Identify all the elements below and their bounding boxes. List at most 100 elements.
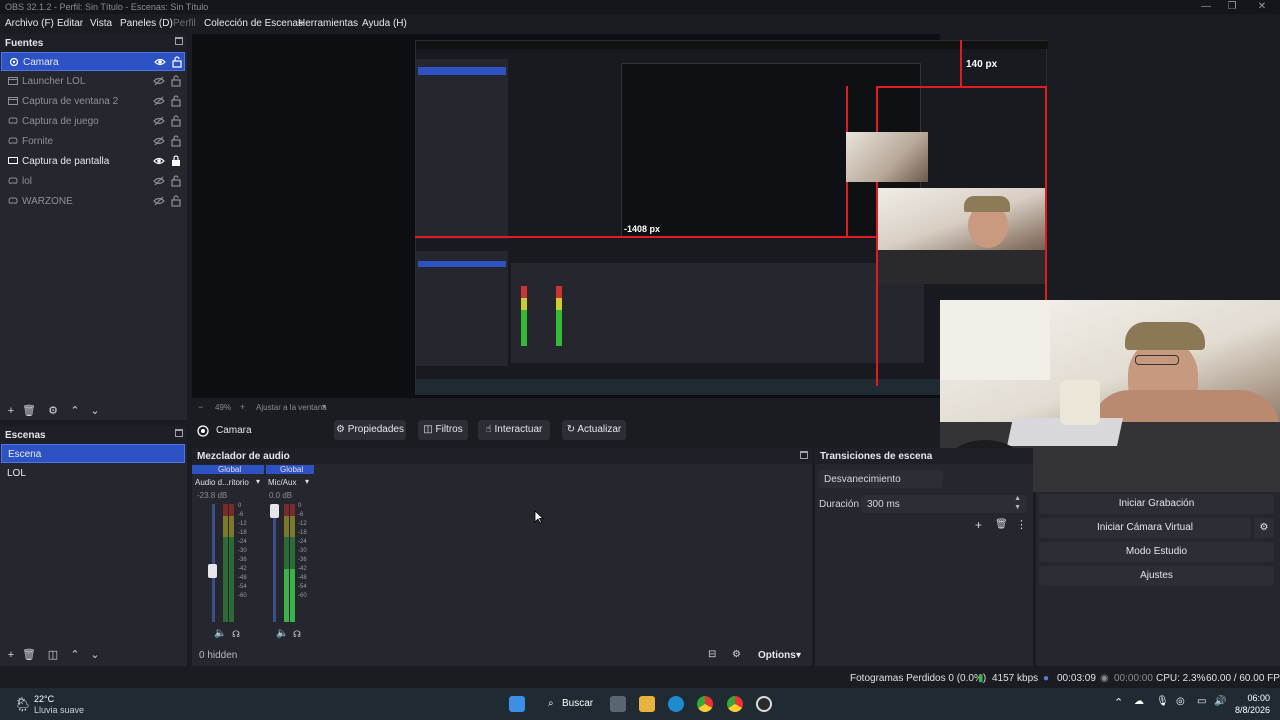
volume-slider-handle[interactable] — [270, 504, 279, 518]
eye-hidden-icon[interactable] — [153, 95, 165, 107]
chevron-down-icon[interactable]: ▾ — [305, 477, 309, 486]
scene-item-escena[interactable]: Escena — [1, 444, 185, 463]
studio-mode-button[interactable]: Modo Estudio — [1039, 542, 1274, 562]
transition-type-select[interactable]: Desvanecimiento — [819, 470, 943, 488]
speaker-icon[interactable]: 🔈 — [214, 628, 226, 639]
menu-paneles[interactable]: Paneles (D) — [120, 18, 173, 29]
add-scene-icon[interactable]: + — [4, 648, 18, 662]
volume-slider-track[interactable] — [273, 504, 276, 622]
file-explorer-icon[interactable] — [639, 696, 655, 712]
obs-icon[interactable] — [756, 696, 772, 712]
source-item-lol[interactable]: lol — [1, 172, 185, 191]
minimize-icon[interactable]: — — [1196, 1, 1216, 12]
eye-icon[interactable] — [153, 155, 165, 167]
scene-item-lol[interactable]: LOL — [1, 464, 185, 483]
trash-icon[interactable]: 🗑 — [995, 519, 1008, 530]
start-icon[interactable] — [509, 696, 525, 712]
close-icon[interactable]: ✕ — [1252, 1, 1272, 12]
dock-icon[interactable] — [800, 451, 808, 459]
source-item-launcher-lol[interactable]: Launcher LOL — [1, 72, 185, 91]
trash-icon[interactable]: 🗑 — [22, 404, 36, 418]
menu-ayuda[interactable]: Ayuda (H) — [362, 18, 407, 29]
start-recording-button[interactable]: Iniciar Grabación — [1039, 494, 1274, 514]
add-transition-icon[interactable]: + — [975, 518, 982, 532]
speaker-icon[interactable]: 🔈 — [276, 628, 288, 639]
volume-icon[interactable]: 🔊 — [1214, 696, 1226, 707]
zoom-out-icon[interactable]: − — [198, 402, 203, 412]
unlock-icon[interactable] — [171, 75, 181, 87]
chevron-up-icon[interactable]: ▲ — [1014, 495, 1021, 502]
unlock-icon[interactable] — [171, 135, 181, 147]
filter-icon[interactable]: ◫ — [46, 648, 60, 662]
stream-time: 00:00:00 — [1114, 673, 1153, 684]
eye-hidden-icon[interactable] — [153, 135, 165, 147]
eye-hidden-icon[interactable] — [153, 75, 165, 87]
unlock-icon[interactable] — [171, 115, 181, 127]
edge-icon[interactable] — [668, 696, 684, 712]
source-item-captura-juego[interactable]: Captura de juego — [1, 112, 185, 131]
lock-icon[interactable] — [171, 155, 181, 167]
chevron-down-icon[interactable]: ▾ — [796, 650, 801, 661]
chrome-icon[interactable] — [727, 696, 743, 712]
headphones-icon[interactable]: ☊ — [293, 629, 301, 640]
dock-icon[interactable] — [175, 37, 183, 45]
menu-herramientas[interactable]: Herramientas — [298, 18, 358, 29]
menu-perfil[interactable]: Perfil — [173, 18, 196, 29]
eye-hidden-icon[interactable] — [153, 115, 165, 127]
more-icon[interactable]: ⋮ — [1016, 518, 1027, 531]
mixer-options-button[interactable]: Options — [758, 650, 796, 661]
unlock-icon[interactable] — [171, 95, 181, 107]
eye-hidden-icon[interactable] — [153, 175, 165, 187]
eye-icon[interactable] — [154, 56, 166, 68]
gear-icon[interactable]: ⚙ — [732, 649, 741, 660]
unlock-icon[interactable] — [171, 175, 181, 187]
display-icon[interactable]: ▭ — [1197, 696, 1206, 707]
gear-icon[interactable]: ⚙ — [1254, 518, 1274, 538]
menu-coleccion[interactable]: Colección de Escenas — [204, 18, 303, 29]
gamepad-icon — [8, 117, 18, 124]
cloud-icon[interactable]: ☁ — [1134, 696, 1144, 707]
source-item-camara[interactable]: Camara — [1, 52, 185, 71]
trash-icon[interactable]: 🗑 — [22, 648, 36, 662]
volume-slider-handle[interactable] — [208, 564, 217, 578]
source-item-warzone[interactable]: WARZONE — [1, 192, 185, 211]
chevron-up-icon[interactable]: ⌃ — [1114, 696, 1123, 709]
chevron-down-icon[interactable]: ▼ — [1014, 504, 1021, 511]
maximize-icon[interactable]: ❐ — [1222, 1, 1242, 12]
properties-button[interactable]: ⚙ Propiedades — [334, 420, 406, 440]
move-down-icon[interactable]: ⌄ — [88, 648, 102, 662]
add-source-icon[interactable]: + — [4, 404, 18, 418]
chrome-icon[interactable] — [697, 696, 713, 712]
fit-window-select[interactable]: Ajustar a la ventana — [256, 403, 327, 412]
chevron-down-icon[interactable]: ▾ — [322, 402, 326, 411]
interact-button[interactable]: ☝ Interactuar — [478, 420, 550, 440]
move-down-icon[interactable]: ⌄ — [88, 404, 102, 418]
zoom-in-icon[interactable]: + — [240, 402, 245, 412]
volume-slider-track[interactable] — [212, 504, 215, 622]
gear-icon[interactable]: ⚙ — [46, 404, 60, 418]
task-view-icon[interactable] — [610, 696, 626, 712]
duration-input[interactable]: 300 ms ▲ ▼ — [861, 495, 1027, 513]
source-item-captura-ventana-2[interactable]: Captura de ventana 2 — [1, 92, 185, 111]
network-icon[interactable]: ◎ — [1176, 696, 1185, 707]
filters-button[interactable]: ◫ Filtros — [418, 420, 468, 440]
layout-icon[interactable]: ⊟ — [708, 649, 716, 660]
move-up-icon[interactable]: ⌃ — [68, 648, 82, 662]
search-button[interactable]: ⌕ Buscar — [540, 695, 598, 713]
eye-hidden-icon[interactable] — [153, 195, 165, 207]
refresh-button[interactable]: ↻ Actualizar — [562, 420, 626, 440]
settings-button[interactable]: Ajustes — [1039, 566, 1274, 586]
chevron-down-icon[interactable]: ▾ — [256, 477, 260, 486]
dock-icon[interactable] — [175, 429, 183, 437]
menu-vista[interactable]: Vista — [90, 18, 112, 29]
menu-editar[interactable]: Editar — [57, 18, 83, 29]
source-item-fornite[interactable]: Fornite — [1, 132, 185, 151]
source-item-captura-pantalla[interactable]: Captura de pantalla — [1, 152, 185, 171]
microphone-icon[interactable]: 🎙 — [1156, 696, 1169, 707]
start-virtual-camera-button[interactable]: Iniciar Cámara Virtual — [1039, 518, 1251, 538]
unlock-icon[interactable] — [172, 56, 182, 68]
unlock-icon[interactable] — [171, 195, 181, 207]
menu-archivo[interactable]: Archivo (F) — [5, 18, 54, 29]
move-up-icon[interactable]: ⌃ — [68, 404, 82, 418]
headphones-icon[interactable]: ☊ — [232, 629, 240, 640]
